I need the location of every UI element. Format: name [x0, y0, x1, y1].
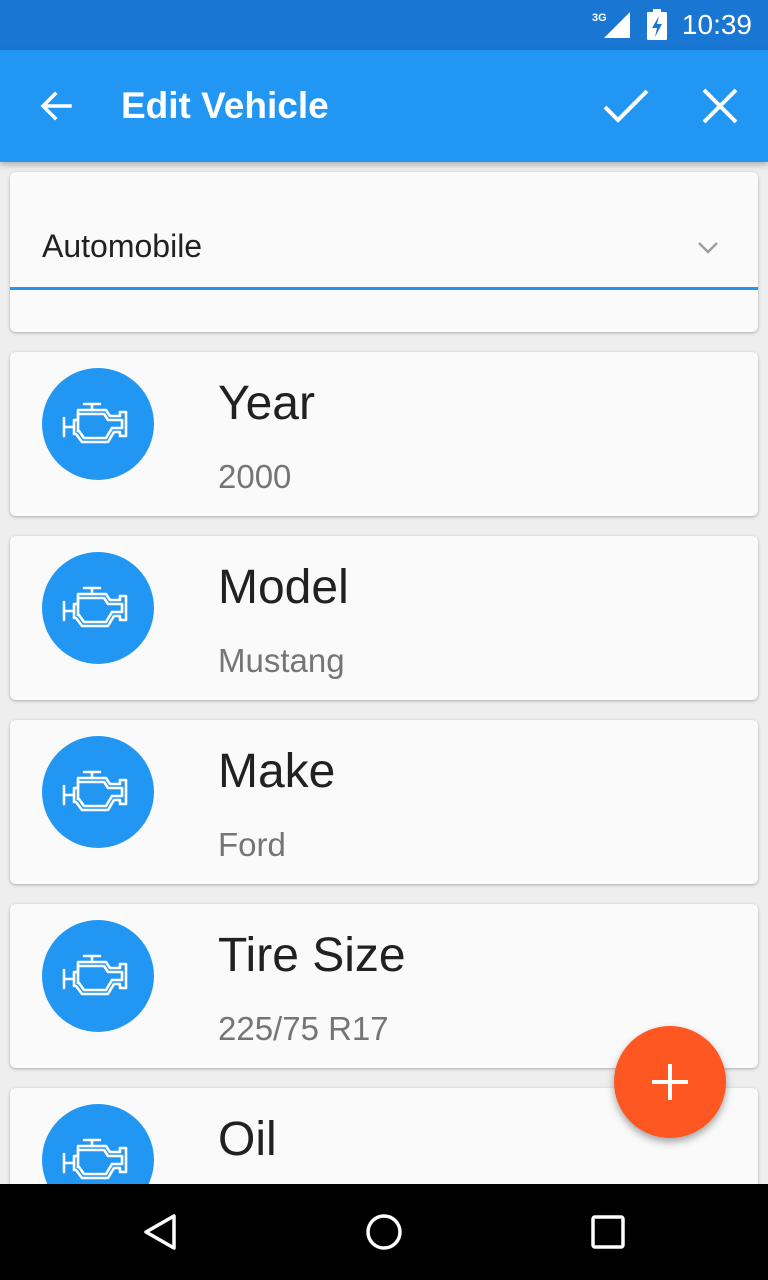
nav-recents-button[interactable]: [580, 1204, 636, 1260]
field-value: 2000: [218, 458, 292, 495]
vehicle-type-dropdown[interactable]: Automobile: [10, 212, 758, 290]
vehicle-type-value: Automobile: [42, 228, 203, 264]
nav-recents-icon: [591, 1215, 625, 1249]
field-card-make[interactable]: Make Ford: [10, 720, 758, 884]
nav-home-icon: [366, 1214, 402, 1250]
add-icon: [652, 1064, 688, 1100]
field-card-model[interactable]: Model Mustang: [10, 536, 758, 700]
field-value: Mustang: [218, 642, 345, 679]
status-bar: 3G 10:39: [0, 0, 768, 50]
arrow-back-icon: [40, 91, 72, 121]
app-bar: Edit Vehicle: [0, 50, 768, 162]
chevron-down-icon: [694, 234, 722, 262]
status-time: 10:39: [681, 9, 752, 40]
field-card-year[interactable]: Year 2000: [10, 352, 758, 516]
field-label: Make: [218, 745, 336, 798]
engine-icon: [42, 736, 154, 848]
engine-icon: [42, 552, 154, 664]
screen: 3G 10:39 Edit Vehicle Automobile Year 20…: [0, 0, 768, 1280]
close-icon: [702, 88, 738, 124]
save-button[interactable]: [594, 74, 658, 138]
field-label: Model: [218, 561, 349, 614]
field-value: Ford: [218, 826, 286, 863]
add-field-button[interactable]: [614, 1026, 726, 1138]
engine-icon: [42, 368, 154, 480]
engine-icon: [42, 920, 154, 1032]
field-label: Year: [218, 377, 315, 430]
field-label: Oil: [218, 1113, 277, 1166]
nav-home-button[interactable]: [356, 1204, 412, 1260]
nav-back-icon: [144, 1214, 176, 1250]
cancel-button[interactable]: [688, 74, 752, 138]
system-nav-bar: [0, 1184, 768, 1280]
page-title: Edit Vehicle: [121, 85, 329, 126]
nav-back-button[interactable]: [132, 1204, 188, 1260]
signal-3g-icon: 3G: [592, 10, 632, 40]
field-value: 225/75 R17: [218, 1010, 389, 1047]
vehicle-type-card: Automobile: [10, 172, 758, 332]
engine-icon: [42, 1104, 154, 1184]
network-type-label: 3G: [592, 12, 607, 24]
check-icon: [603, 89, 649, 123]
back-button[interactable]: [28, 78, 84, 134]
battery-charging-icon: [646, 9, 668, 41]
field-label: Tire Size: [218, 929, 406, 982]
